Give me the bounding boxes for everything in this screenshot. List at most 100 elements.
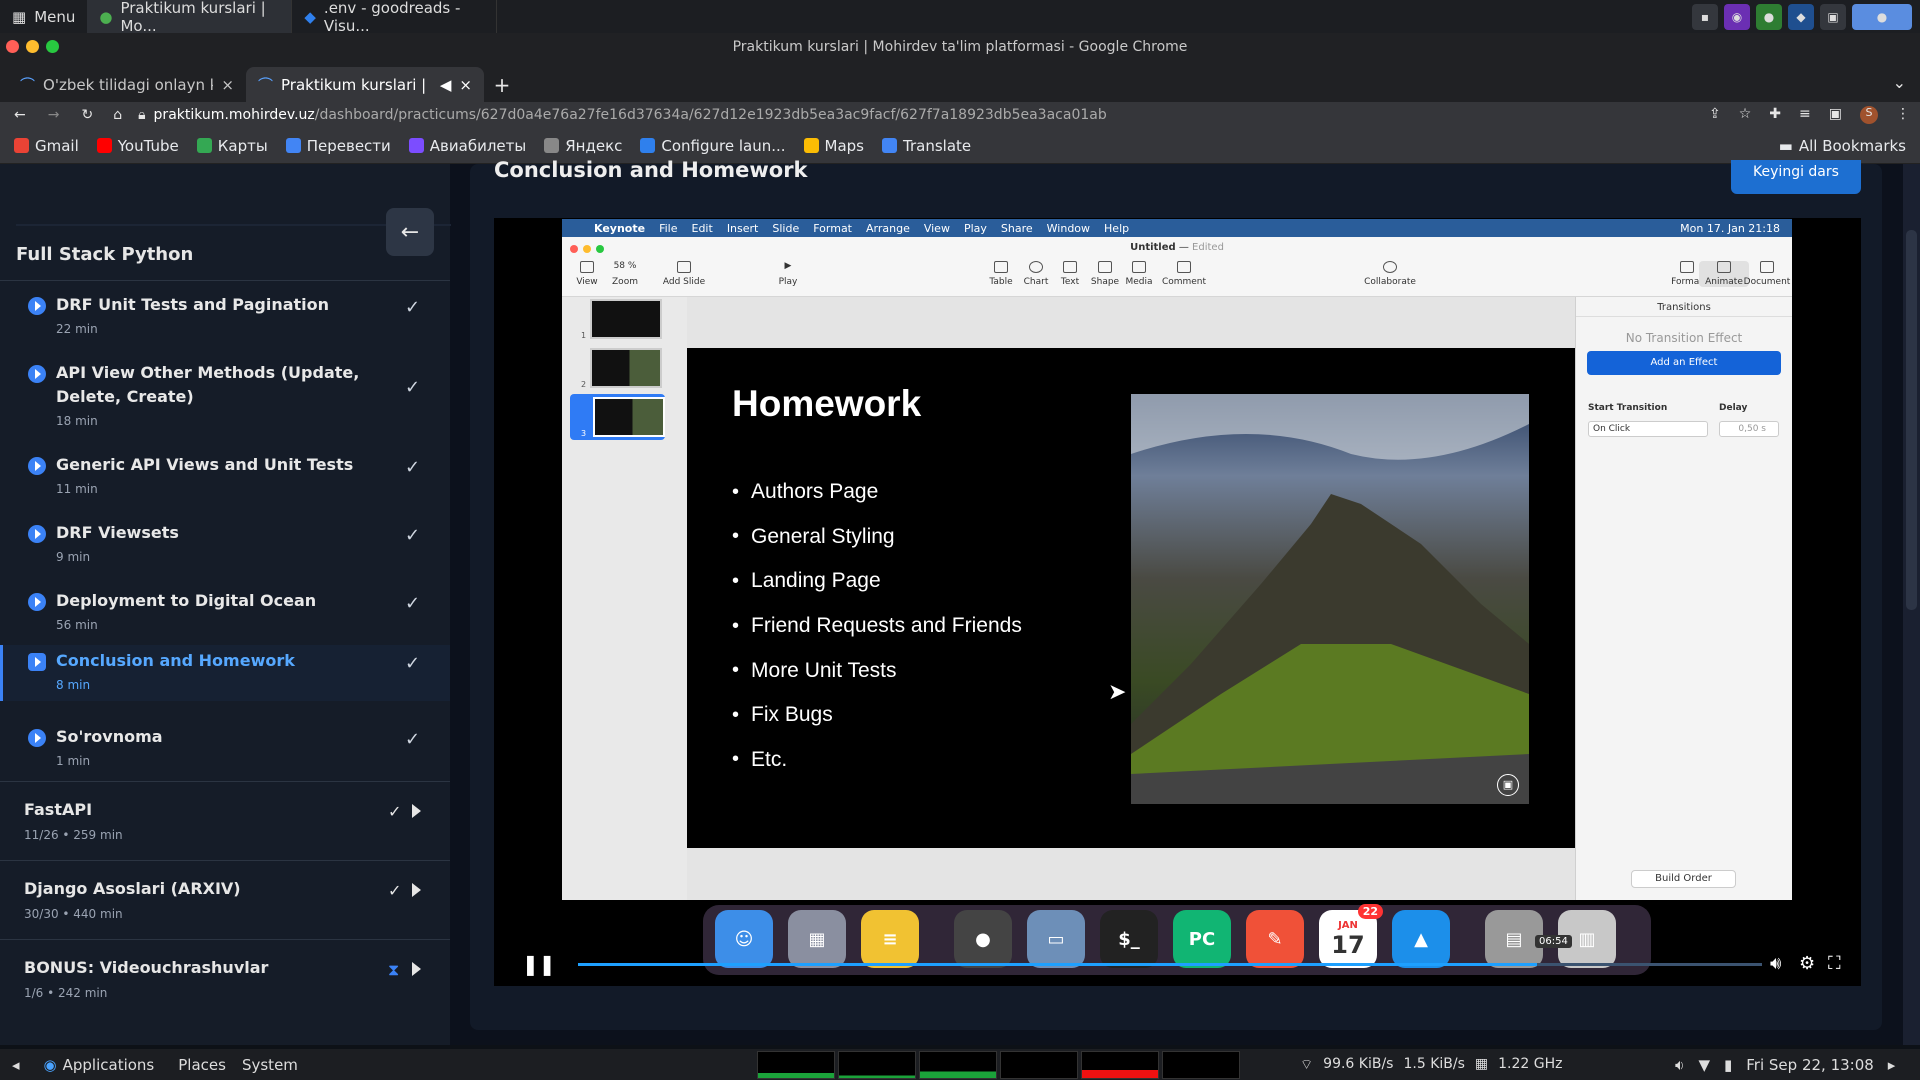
close-window-button[interactable] bbox=[6, 40, 19, 53]
bookmark-maps-ru[interactable]: Карты bbox=[196, 137, 268, 155]
avatar[interactable]: S bbox=[1860, 106, 1878, 124]
section-django[interactable]: Django Asoslari (ARXIV) 30/30 • 440 min ✓ bbox=[0, 860, 450, 939]
section-meta: 30/30 • 440 min bbox=[24, 907, 123, 921]
chrome-tray-icon[interactable]: ● bbox=[1756, 3, 1782, 30]
panel-left-arrow-icon[interactable]: ◂ bbox=[12, 1056, 20, 1074]
taskbar-item-chrome[interactable]: ● Praktikum kurslari | Mo... bbox=[87, 0, 293, 35]
terminal-icon[interactable]: ▪ bbox=[1692, 3, 1718, 30]
all-bookmarks[interactable]: ▬ All Bookmarks bbox=[1779, 137, 1906, 155]
screenshot-icon[interactable]: ▣ bbox=[1820, 3, 1846, 30]
address-host: praktikum.mohirdev.uz bbox=[153, 107, 315, 123]
document-icon bbox=[1760, 261, 1774, 273]
share-icon[interactable]: ⇪ bbox=[1709, 106, 1721, 124]
back-icon[interactable]: ← bbox=[14, 107, 26, 123]
chrome-active-icon[interactable]: ● bbox=[1852, 3, 1912, 30]
fullscreen-icon[interactable]: ⛶ bbox=[1828, 953, 1841, 974]
grid-icon: ▦ bbox=[12, 7, 27, 26]
start-transition-select: On Click bbox=[1588, 421, 1708, 437]
maximize-window-button[interactable] bbox=[46, 40, 59, 53]
lesson-duration: 9 min bbox=[56, 550, 91, 564]
address-bar[interactable]: 🔒︎ praktikum.mohirdev.uz/dashboard/pract… bbox=[138, 107, 1658, 123]
tab-search-icon[interactable]: ⌄ bbox=[1893, 73, 1906, 92]
address-path: /dashboard/practicums/627d0a4e76a27fe16d… bbox=[314, 107, 1107, 123]
chrome-dock-icon: ● bbox=[954, 910, 1012, 968]
tray-status: 🔉︎ ▼ ▮ Fri Sep 22, 13:08 ▸ bbox=[1675, 1056, 1895, 1074]
bookmarks-bar: Gmail YouTube Карты Перевести Авиабилеты… bbox=[0, 128, 1920, 164]
bullet-list: Authors Page General Styling Landing Pag… bbox=[732, 470, 1022, 782]
new-tab-button[interactable]: + bbox=[484, 67, 520, 102]
bookmark-maps[interactable]: Maps bbox=[803, 137, 864, 155]
menu-arrange: Arrange bbox=[866, 221, 910, 235]
bookmark-label: Configure laun... bbox=[661, 136, 786, 155]
bookmark-translate[interactable]: Translate bbox=[882, 137, 971, 155]
vscode-tray-icon[interactable]: ◆ bbox=[1788, 3, 1814, 30]
os-clock[interactable]: Fri Sep 22, 13:08 bbox=[1746, 1056, 1874, 1074]
bookmark-youtube[interactable]: YouTube bbox=[96, 137, 179, 155]
tab-praktikum[interactable]: ⌒ Praktikum kurslari | M ◀ × bbox=[246, 67, 484, 102]
menu-insert: Insert bbox=[726, 221, 759, 235]
lesson-duration: 56 min bbox=[56, 618, 98, 632]
cpu-icon: ▦ bbox=[1474, 1055, 1489, 1072]
build-order-button: Build Order bbox=[1631, 870, 1736, 888]
sidepanel-icon[interactable]: ▣ bbox=[1829, 106, 1842, 124]
media-icon[interactable]: ≡ bbox=[1799, 106, 1811, 124]
play-icon: ▶ bbox=[784, 261, 792, 271]
bookmark-yandex[interactable]: Яндекс bbox=[544, 137, 622, 155]
comment-icon bbox=[1177, 261, 1191, 273]
mohirdev-icon: ⌒ bbox=[258, 76, 274, 94]
scrollbar-thumb[interactable] bbox=[1906, 230, 1917, 610]
volume-icon[interactable]: 🔊︎ bbox=[1770, 953, 1781, 974]
menu-share: Share bbox=[1000, 221, 1033, 235]
reload-icon[interactable]: ↻ bbox=[81, 107, 93, 123]
applications-menu[interactable]: ◉ Applications bbox=[44, 1056, 155, 1074]
star-icon[interactable]: ☆ bbox=[1739, 106, 1752, 124]
bookmark-configure[interactable]: Configure laun... bbox=[640, 136, 786, 155]
system-menu[interactable]: System bbox=[242, 1056, 298, 1074]
wifi-tray-icon[interactable]: ▼ bbox=[1698, 1056, 1710, 1074]
back-arrow-button[interactable]: ← bbox=[386, 208, 434, 256]
brush-icon bbox=[1680, 261, 1694, 273]
section-fastapi[interactable]: FastAPI 11/26 • 259 min ✓ bbox=[0, 781, 450, 860]
tab-close-button[interactable]: × bbox=[459, 76, 472, 94]
home-icon[interactable]: ⌂ bbox=[113, 107, 122, 123]
volume-tray-icon[interactable]: 🔉︎ bbox=[1675, 1056, 1684, 1074]
minimize-window-button[interactable] bbox=[26, 40, 39, 53]
browser-toolbar: ← → ↻ ⌂ 🔒︎ praktikum.mohirdev.uz/dashboa… bbox=[0, 102, 1920, 128]
os-menu-button[interactable]: ▦ Menu bbox=[0, 0, 87, 33]
bullet-item: Fix Bugs bbox=[732, 693, 1022, 738]
battery-icon[interactable]: ▮ bbox=[1724, 1056, 1732, 1074]
lesson-heading: Conclusion and Homework bbox=[494, 158, 808, 182]
speaker-icon[interactable]: ◀ bbox=[440, 76, 452, 94]
menu-format: Format bbox=[813, 221, 852, 235]
pause-button[interactable]: ❚❚ bbox=[522, 952, 556, 976]
podcast-icon[interactable]: ◉ bbox=[1724, 3, 1750, 30]
bookmark-translate-ru[interactable]: Перевести bbox=[285, 137, 391, 155]
start-transition-label: Start Transition bbox=[1588, 403, 1668, 413]
menu-icon[interactable]: ⋮ bbox=[1896, 106, 1910, 124]
forward-icon[interactable]: → bbox=[48, 107, 60, 123]
add-effect-button: Add an Effect bbox=[1587, 351, 1781, 375]
tab-ozbek[interactable]: ⌒ O'zbek tilidagi onlayn kur × bbox=[8, 67, 246, 102]
slide-thumbnail-2 bbox=[590, 348, 662, 388]
settings-icon[interactable]: ⚙ bbox=[1799, 953, 1815, 974]
places-menu[interactable]: Places bbox=[178, 1056, 226, 1074]
calendar-icon: JAN 17 22 bbox=[1319, 904, 1383, 968]
terminal-dock-icon: $_ bbox=[1100, 910, 1158, 968]
tab-close-button[interactable]: × bbox=[221, 76, 234, 94]
gmail-icon bbox=[14, 138, 29, 153]
section-meta: 1/6 • 242 min bbox=[24, 986, 108, 1000]
bullet-item: Friend Requests and Friends bbox=[732, 604, 1022, 649]
lesson-duration: 18 min bbox=[56, 414, 98, 428]
play-circle-icon bbox=[28, 525, 46, 543]
window-title: Praktikum kurslari | Mohirdev ta'lim pla… bbox=[0, 33, 1920, 61]
bookmark-avia[interactable]: Авиабилеты bbox=[408, 137, 526, 155]
taskbar-item-vscode[interactable]: ◆ .env - goodreads - Visu... bbox=[292, 0, 498, 35]
lesson-title: API View Other Methods (Update, Delete, … bbox=[56, 363, 360, 406]
next-lesson-button[interactable]: Keyingi dars bbox=[1731, 160, 1861, 194]
panel-right-arrow-icon[interactable]: ▸ bbox=[1888, 1056, 1896, 1074]
section-bonus[interactable]: BONUS: Videouchrashuvlar 1/6 • 242 min ⧗ bbox=[0, 939, 450, 1018]
extensions-icon[interactable]: ✚ bbox=[1769, 106, 1781, 124]
lesson-item-active[interactable]: Conclusion and Homework 8 min ✓ bbox=[0, 645, 450, 701]
lesson-title: DRF Viewsets bbox=[56, 523, 179, 542]
bookmark-gmail[interactable]: Gmail bbox=[14, 137, 79, 155]
